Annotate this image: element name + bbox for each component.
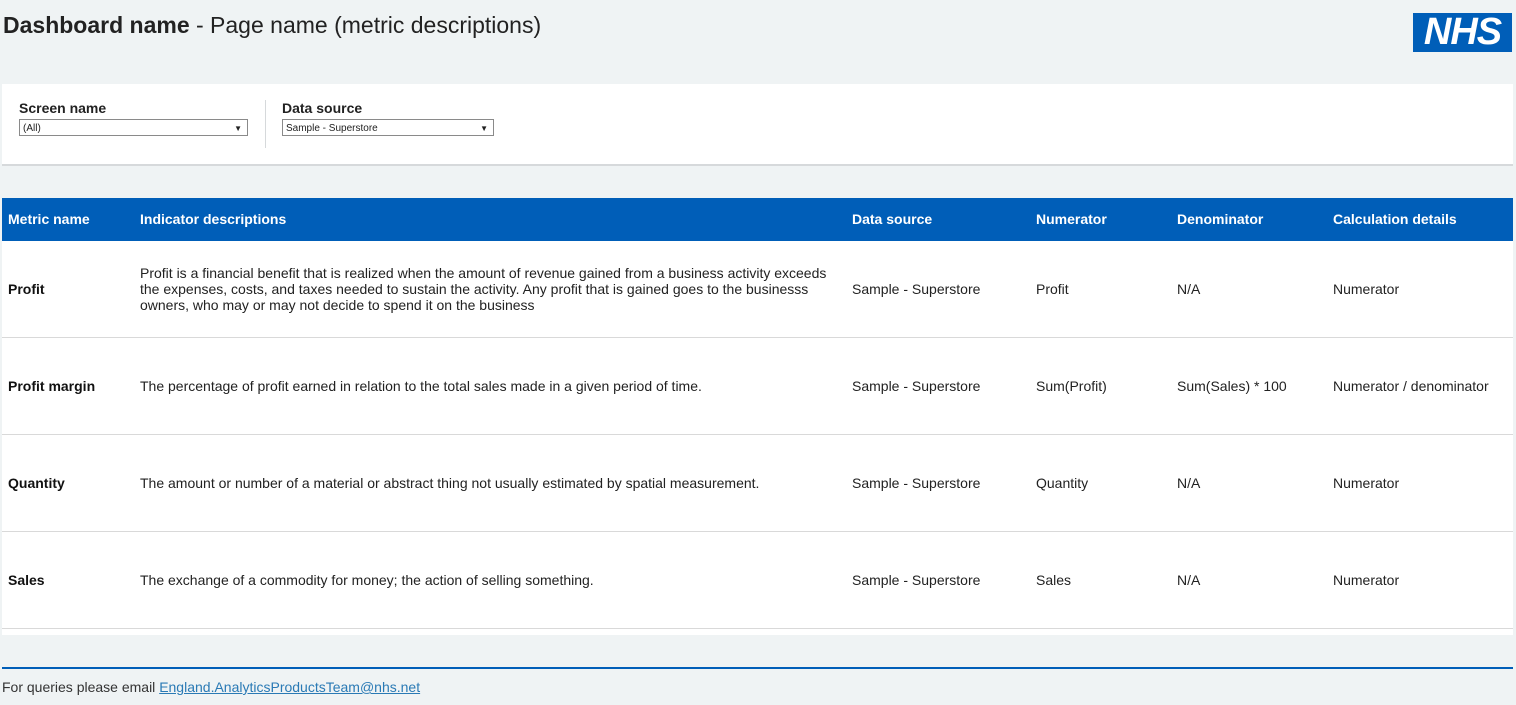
metric-denominator: Sum(Sales) * 100 [1177,378,1287,394]
header-data-source: Data source [852,211,933,227]
metric-description: The exchange of a commodity for money; t… [140,572,594,588]
data-source-select[interactable]: Sample - Superstore ▼ [282,119,494,136]
header-numerator: Numerator [1036,211,1107,227]
metric-source: Sample - Superstore [852,572,981,588]
dashboard-name: Dashboard name [3,12,190,38]
screen-name-label: Screen name [19,100,107,116]
metric-calculation: Numerator [1333,572,1400,588]
screen-name-filter: Screen name (All) ▼ [19,100,248,136]
contact-email-link[interactable]: England.AnalyticsProductsTeam@nhs.net [159,679,420,695]
metric-name: Quantity [8,475,65,491]
metrics-table: Metric name Indicator descriptions Data … [2,198,1513,635]
header-descriptions: Indicator descriptions [140,211,287,227]
metric-description: Profit is a financial benefit that is re… [140,265,827,313]
metric-source: Sample - Superstore [852,378,981,394]
metric-numerator: Sales [1036,572,1072,588]
metric-numerator: Sum(Profit) [1036,378,1107,394]
data-source-label: Data source [282,100,363,116]
metric-numerator: Profit [1036,281,1069,297]
nhs-logo: NHS [1413,13,1512,52]
page-title: Dashboard name - Page name (metric descr… [3,12,541,39]
dropdown-arrow-icon: ▼ [234,124,242,133]
table-row: Profit margin The percentage of profit e… [2,338,1513,435]
metric-numerator: Quantity [1036,475,1089,491]
header-denominator: Denominator [1177,211,1264,227]
header-metric-name: Metric name [8,211,90,227]
metric-source: Sample - Superstore [852,475,981,491]
screen-name-select[interactable]: (All) ▼ [19,119,248,136]
table-row: Sales The exchange of a commodity for mo… [2,532,1513,629]
divider [265,100,266,148]
page-name: - Page name (metric descriptions) [189,12,542,38]
metric-denominator: N/A [1177,572,1201,588]
metric-denominator: N/A [1177,475,1201,491]
metric-source: Sample - Superstore [852,281,981,297]
metric-name: Profit margin [8,378,96,394]
data-source-value: Sample - Superstore [286,123,378,134]
data-source-filter: Data source Sample - Superstore ▼ [282,100,494,136]
metric-calculation: Numerator / denominator [1333,378,1489,394]
metric-calculation: Numerator [1333,475,1400,491]
footer: For queries please email England.Analyti… [2,679,420,695]
filter-bar: Screen name (All) ▼ Data source Sample -… [2,84,1513,166]
header-calculation: Calculation details [1333,211,1457,227]
table-header: Metric name Indicator descriptions Data … [2,198,1513,241]
table-row: Profit Profit is a financial benefit tha… [2,241,1513,338]
metric-denominator: N/A [1177,281,1201,297]
metric-name: Sales [8,572,45,588]
metric-description: The amount or number of a material or ab… [140,475,760,491]
table-row: Quantity The amount or number of a mater… [2,435,1513,532]
screen-name-value: (All) [23,123,41,134]
footer-text: For queries please email [2,679,160,695]
metric-description: The percentage of profit earned in relat… [140,378,702,394]
dropdown-arrow-icon: ▼ [480,124,488,133]
footer-divider [2,667,1513,669]
metric-calculation: Numerator [1333,281,1400,297]
metric-name: Profit [8,281,45,297]
